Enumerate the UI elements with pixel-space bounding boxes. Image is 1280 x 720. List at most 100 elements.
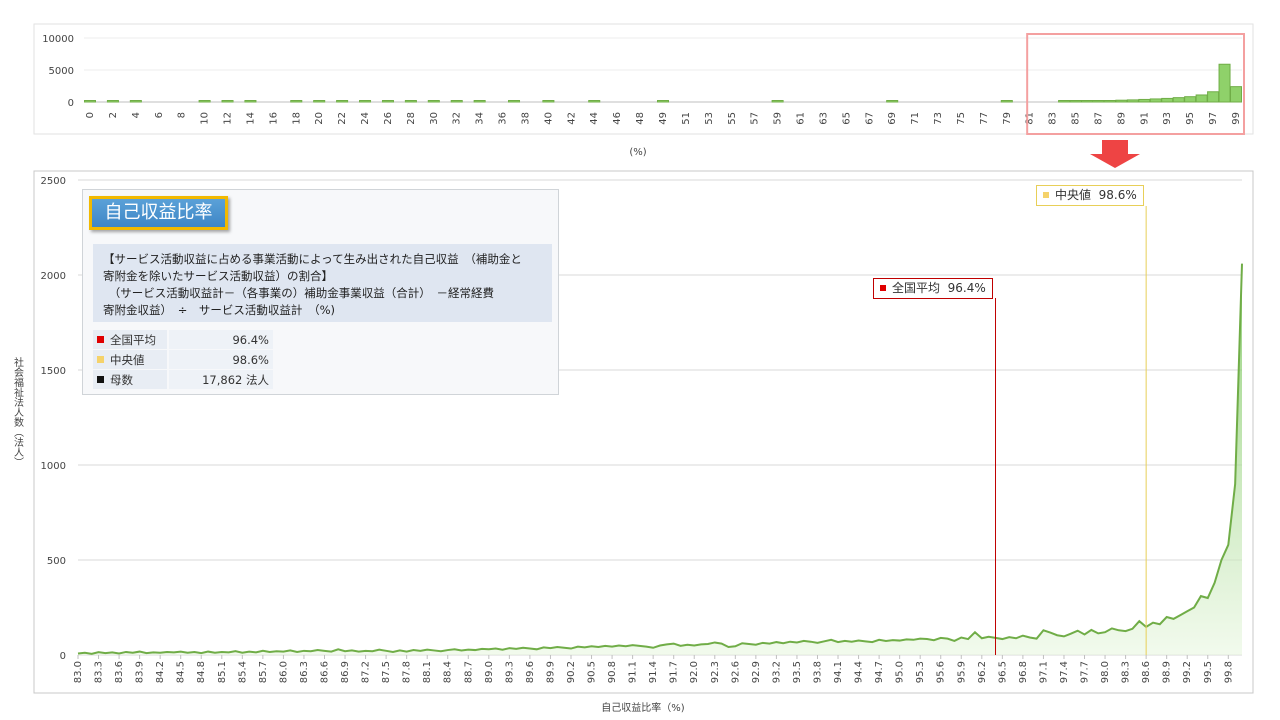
overview-x-tick-label: 20 [314,112,325,125]
overview-bar [221,100,234,103]
x-tick-label: 93.2 [771,661,782,683]
stats-value: 96.4% [169,330,273,349]
x-tick-label: 94.1 [833,661,844,683]
overview-x-tick-label: 24 [360,112,371,125]
overview-x-tick-label: 4 [131,112,142,118]
overview-bar [508,100,521,103]
definition-line: 【サービス活動収益に占める事業活動によって生み出された自己収益 （補助金と [103,252,522,266]
overview-x-tick-label: 12 [223,112,234,125]
x-tick-label: 96.5 [997,661,1008,683]
overview-bar [1081,100,1094,103]
overview-x-tick-label: 14 [245,112,256,125]
overview-x-tick-label: 87 [1093,112,1104,125]
overview-x-tick-label: 30 [429,112,440,125]
x-tick-label: 85.4 [237,661,248,683]
overview-x-tick-label: 67 [864,112,875,125]
x-tick-label: 98.6 [1141,661,1152,683]
overview-x-tick-label: 89 [1116,112,1127,125]
overview-x-tick-label: 28 [406,112,417,125]
metric-title: 自己収益比率 [89,196,228,230]
overview-bar [657,100,669,103]
stats-panel: 自己収益比率 【サービス活動収益に占める事業活動によって生み出された自己収益 （… [82,189,559,395]
overview-x-tick-label: 65 [841,112,852,125]
overview-bar [198,100,211,103]
x-tick-label: 86.9 [340,661,351,683]
x-tick-label: 92.3 [710,661,721,683]
overview-x-tick-label: 55 [727,112,738,125]
zoom-arrow-icon [1090,140,1140,168]
mean-marker-icon [880,285,886,291]
overview-bar [1172,97,1185,103]
overview-x-tick-label: 22 [337,112,348,125]
overview-bar [886,100,899,103]
mean-value: 96.4% [947,281,986,295]
overview-x-tick-label: 79 [1002,112,1013,125]
y-tick-label: 1500 [41,366,66,377]
stats-row-median: 中央値 98.6% [93,350,273,369]
overview-bar [1000,100,1013,103]
definition-line: 寄附金収益） ÷ サービス活動収益計 （%) [103,303,336,317]
stats-value: 98.6% [169,350,273,369]
overview-x-tick-label: 46 [612,112,623,125]
overview-x-tick-label: 51 [681,112,692,125]
overview-y-tick-label: 10000 [42,34,74,45]
x-tick-label: 98.0 [1100,661,1111,683]
overview-bar [84,100,96,103]
overview-bar [1184,96,1197,103]
x-tick-label: 83.3 [94,661,105,683]
overview-bar [1092,100,1105,103]
overview-x-tick-label: 73 [933,112,944,125]
overview-x-tick-label: 44 [589,112,600,125]
x-tick-label: 83.9 [135,661,146,683]
stats-table: 全国平均 96.4% 中央値 98.6% 母数 17,862 法人 [93,330,273,390]
x-tick-label: 87.8 [402,661,413,683]
overview-x-tick-label: 63 [818,112,829,125]
x-tick-label: 89.9 [545,661,556,683]
x-tick-label: 91.1 [628,661,639,683]
overview-bar [106,100,119,103]
x-tick-label: 99.8 [1223,661,1234,683]
overview-x-tick-label: 38 [520,112,531,125]
x-tick-label: 91.4 [648,661,659,683]
x-tick-label: 88.7 [463,661,474,683]
x-tick-label: 97.4 [1059,661,1070,683]
overview-x-tick-label: 71 [910,112,921,125]
overview-x-tick-label: 10 [200,112,211,125]
x-tick-label: 97.1 [1038,661,1049,683]
overview-bar [129,100,142,103]
overview-x-axis-title: (%) [629,147,646,158]
overview-x-tick-label: 32 [452,112,463,125]
y-tick-label: 1000 [41,461,66,472]
overview-x-tick-label: 59 [773,112,784,125]
x-tick-label: 92.9 [751,661,762,683]
x-tick-label: 96.2 [977,661,988,683]
x-tick-label: 95.6 [936,661,947,683]
x-tick-label: 99.2 [1182,661,1193,683]
median-label: 中央値 [1055,188,1092,202]
stats-row-count: 母数 17,862 法人 [93,370,273,389]
x-tick-label: 95.3 [915,661,926,683]
x-tick-label: 89.6 [525,661,536,683]
overview-bar [359,100,372,103]
overview-x-tick-label: 26 [383,112,394,125]
overview-x-tick-label: 49 [658,112,669,125]
overview-x-tick-label: 40 [543,112,554,125]
x-tick-label: 97.7 [1080,661,1091,683]
x-tick-label: 87.2 [361,661,372,683]
median-callout: 中央値 98.6% [1036,185,1144,206]
overview-bar [1149,98,1162,103]
overview-x-tick-label: 53 [704,112,715,125]
overview-x-tick-label: 99 [1231,112,1242,125]
median-legend-icon [97,356,104,363]
overview-x-tick-label: 2 [108,112,119,118]
y-tick-label: 2000 [41,271,66,282]
stats-label: 全国平均 [110,332,156,347]
x-tick-label: 89.0 [484,661,495,683]
overview-x-tick-label: 69 [887,112,898,125]
overview-bar [1207,91,1220,103]
overview-bar [1230,86,1242,103]
definition-line: 寄附金を除いたサービス活動収益）の割合】 [103,269,333,283]
overview-bar [313,100,326,103]
overview-x-tick-label: 97 [1208,112,1219,125]
overview-bar [427,100,440,103]
